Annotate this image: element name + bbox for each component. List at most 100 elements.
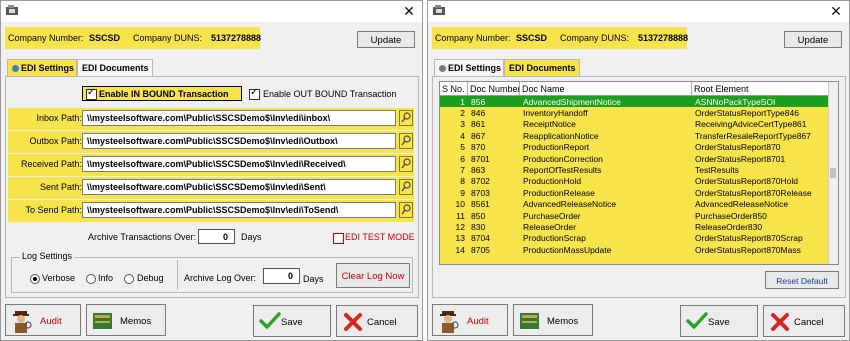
company-duns-label: Company DUNS: — [133, 33, 203, 43]
table-row[interactable]: 14 8705 ProductionMassUpdate OrderStatusRep… — [440, 244, 830, 255]
cancel-button[interactable]: Cancel — [336, 305, 418, 337]
table-cell: 6 — [460, 153, 465, 164]
column-header[interactable]: S No. — [440, 82, 468, 95]
cancel-label: Cancel — [794, 317, 824, 328]
edi-test-mode-label: EDI TEST MODE — [345, 232, 415, 242]
table-cell: 8704 — [471, 233, 490, 244]
archive-days-input[interactable]: 0 — [198, 229, 235, 244]
sent-browse-button[interactable] — [399, 179, 413, 195]
archive-log-input[interactable]: 0 — [263, 268, 300, 284]
table-row[interactable]: 7 863 ReportOfTestResults TestResults — [440, 164, 830, 175]
received-path-row: Received Path: \\mysteelsoftware.com\Pub… — [8, 154, 414, 176]
title-bar: ✕ — [428, 1, 849, 22]
column-header[interactable]: Root Element — [692, 82, 830, 95]
close-button[interactable]: ✕ — [400, 2, 418, 20]
save-button[interactable]: Save — [680, 305, 758, 337]
table-cell: 5 — [460, 142, 465, 153]
documents-table: 1 856 AdvancedShipmentNotice ASNNoPackTypeS… — [440, 96, 830, 255]
scrollbar-thumb[interactable] — [830, 168, 836, 178]
verbose-label: Verbose — [42, 273, 76, 283]
received-path-input[interactable]: \\mysteelsoftware.com\Public\SSCSDemo$\I… — [82, 156, 396, 172]
info-radio[interactable] — [86, 274, 96, 284]
tab-edi-documents[interactable]: EDI Documents — [77, 59, 153, 77]
settings-panel: Enable IN BOUND Transaction Enable OUT B… — [5, 76, 419, 298]
table-cell: 13 — [455, 233, 465, 244]
table-cell: 846 — [471, 108, 486, 119]
table-row[interactable]: 2 846 InventoryHandoff OrderStatusReportTyp… — [440, 107, 830, 118]
clear-log-button[interactable]: Clear Log Now — [336, 263, 410, 288]
inbox-path-row: Inbox Path: \\mysteelsoftware.com\Public… — [8, 108, 414, 130]
tab-label: EDI Settings — [448, 63, 502, 73]
magnifier-icon — [401, 204, 411, 215]
table-row[interactable]: 11 850 PurchaseOrder PurchaseOrder850 — [440, 210, 830, 221]
reset-default-button[interactable]: Reset Default — [765, 271, 839, 289]
memos-button[interactable]: Memos — [513, 304, 593, 336]
tab-edi-settings[interactable]: EDI Settings — [434, 59, 504, 77]
memos-label: Memos — [547, 316, 579, 327]
table-cell: OrderStatusReport870Scrap — [695, 233, 803, 244]
magnifier-icon — [401, 158, 411, 169]
outbox-browse-button[interactable] — [399, 133, 413, 149]
to-send-browse-button[interactable] — [399, 202, 413, 218]
sent-path-input[interactable]: \\mysteelsoftware.com\Public\SSCSDemo$\I… — [82, 179, 396, 195]
table-row[interactable]: 1 856 AdvancedShipmentNotice ASNNoPackTypeS… — [440, 96, 830, 108]
table-row[interactable]: 12 830 ReleaseOrder ReleaseOrder830 — [440, 221, 830, 232]
book-icon — [93, 313, 112, 331]
table-row[interactable]: 6 8701 ProductionCorrection OrderStatusRepo… — [440, 153, 830, 164]
column-header[interactable]: Doc Number — [468, 82, 520, 95]
company-info-bar: Company Number: SSCSD Company DUNS: 5137… — [432, 27, 842, 49]
table-cell: 867 — [471, 130, 486, 141]
cancel-button[interactable]: Cancel — [763, 305, 845, 337]
update-button[interactable]: Update — [357, 31, 415, 48]
company-number-label: Company Number: — [8, 33, 84, 43]
update-button[interactable]: Update — [784, 31, 842, 48]
table-row[interactable]: 9 8703 ProductionRelease OrderStatusReport8… — [440, 187, 830, 198]
table-cell: OrderStatusReport870Mass — [695, 244, 801, 255]
checkmark-icon — [686, 312, 708, 329]
table-row[interactable]: 8 8702 ProductionHold OrderStatusReport870H… — [440, 176, 830, 187]
outbound-label: Enable OUT BOUND Transaction — [263, 89, 397, 99]
inbox-path-input[interactable]: \\mysteelsoftware.com\Public\SSCSDemo$\I… — [82, 110, 396, 126]
table-row[interactable]: 4 867 ReapplicationNotice TransferResaleRep… — [440, 130, 830, 141]
edi-test-mode-checkbox[interactable] — [333, 233, 344, 244]
column-header[interactable]: Doc Name — [520, 82, 692, 95]
tab-edi-settings[interactable]: EDI Settings — [7, 59, 77, 77]
audit-button[interactable]: Audit — [5, 304, 81, 336]
audit-button[interactable]: Audit — [432, 304, 508, 336]
table-cell: ReceiptNotice — [523, 119, 576, 130]
vertical-scrollbar[interactable] — [828, 82, 838, 264]
close-button[interactable]: ✕ — [827, 2, 845, 20]
table-cell: AdvancedReleaseNotice — [523, 199, 617, 210]
to-send-path-row: To Send Path: \\mysteelsoftware.com\Publ… — [8, 200, 414, 222]
verbose-radio[interactable] — [30, 274, 40, 284]
edi-documents-window: ✕ Company Number: SSCSD Company DUNS: 51… — [427, 0, 850, 341]
title-bar: ✕ — [1, 1, 422, 22]
table-cell: 4 — [460, 130, 465, 141]
tab-edi-documents[interactable]: EDI Documents — [504, 59, 580, 77]
magnifier-icon — [401, 181, 411, 192]
table-row[interactable]: 13 8704 ProductionScrap OrderStatusReport87… — [440, 233, 830, 244]
inbox-browse-button[interactable] — [399, 110, 413, 126]
outbox-path-input[interactable]: \\mysteelsoftware.com\Public\SSCSDemo$\I… — [82, 133, 396, 149]
inbound-label: Enable IN BOUND Transaction — [99, 89, 229, 99]
inbound-checkbox[interactable] — [86, 87, 97, 100]
outbound-checkbox[interactable] — [249, 87, 260, 100]
table-cell: 861 — [471, 119, 486, 130]
table-row[interactable]: 3 861 ReceiptNotice ReceivingAdviceCertType… — [440, 119, 830, 130]
company-duns-label: Company DUNS: — [560, 33, 630, 43]
company-number-value: SSCSD — [516, 33, 548, 43]
table-cell: OrderStatusReport870Hold — [695, 176, 799, 187]
table-cell: 3 — [460, 119, 465, 130]
debug-radio[interactable] — [124, 274, 134, 284]
inbound-checkbox-row[interactable]: Enable IN BOUND Transaction — [82, 86, 242, 101]
tab-label: EDI Documents — [82, 63, 149, 73]
table-row[interactable]: 10 8561 AdvancedReleaseNotice AdvancedRelea… — [440, 199, 830, 210]
table-cell: 9 — [460, 187, 465, 198]
memos-button[interactable]: Memos — [86, 304, 166, 336]
table-row[interactable]: 5 870 ProductionReport OrderStatusReport870 — [440, 142, 830, 153]
company-duns-value: 5137278888 — [211, 33, 262, 43]
received-browse-button[interactable] — [399, 156, 413, 172]
to-send-path-input[interactable]: \\mysteelsoftware.com\Public\SSCSDemo$\I… — [82, 202, 396, 218]
save-button[interactable]: Save — [253, 305, 331, 337]
table-cell: 1 — [460, 96, 465, 107]
